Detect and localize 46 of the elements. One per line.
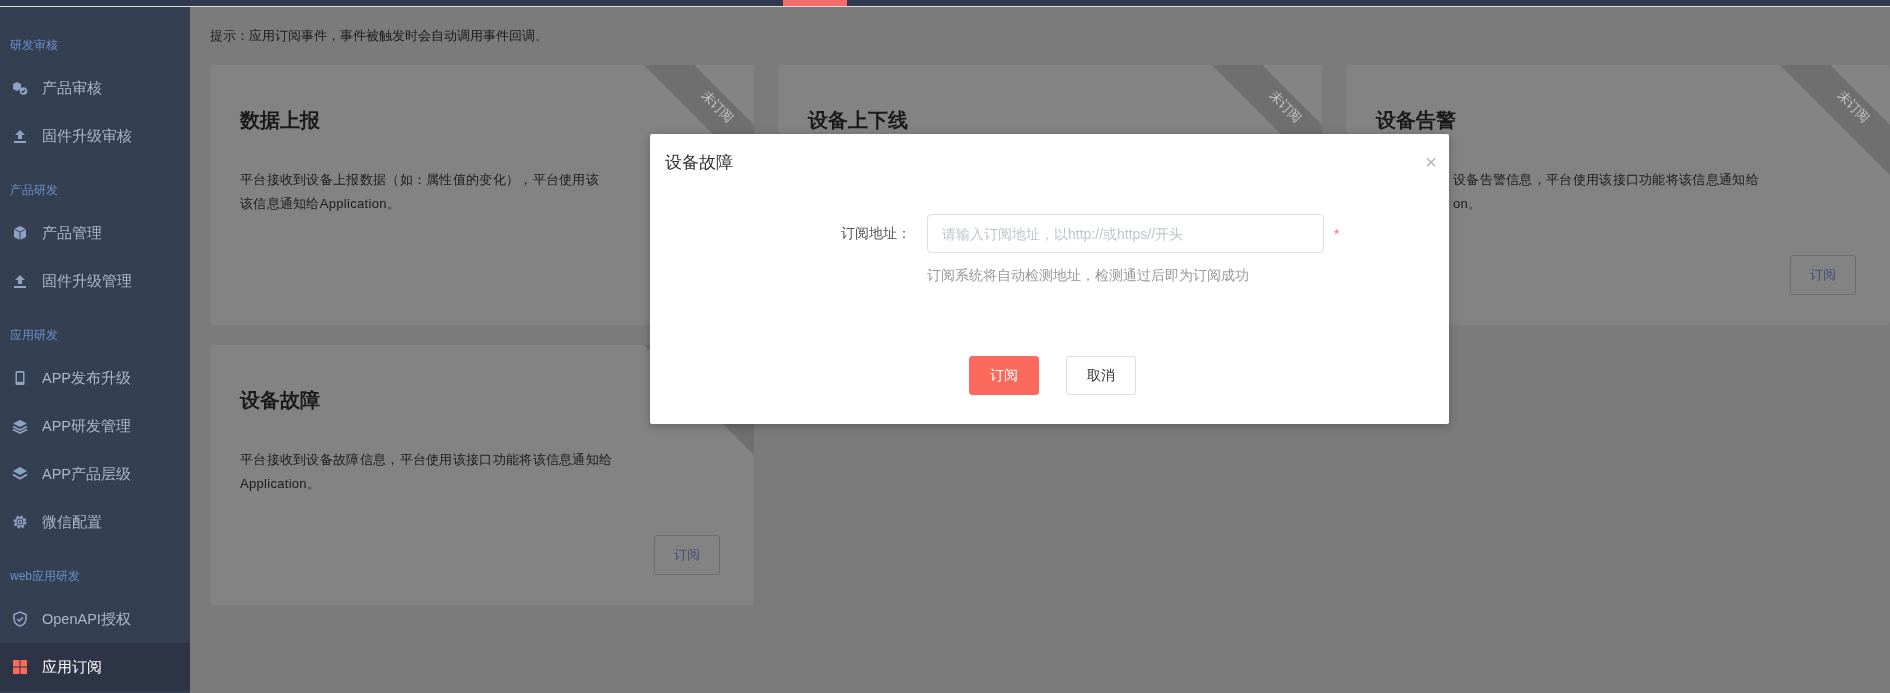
nav-item[interactable]: 微信配置: [0, 498, 190, 546]
cube-icon: [12, 225, 28, 241]
ribbon-label: 未订阅: [698, 87, 737, 127]
card-title: 设备故障: [240, 388, 320, 412]
subscribe-button[interactable]: 订阅: [969, 356, 1039, 395]
cubes-check-icon: [12, 80, 28, 96]
section-label: 产品研发: [10, 182, 59, 199]
gear-icon: [12, 514, 28, 530]
nav-item[interactable]: 固件升级管理: [0, 257, 190, 305]
required-mark: *: [1334, 225, 1340, 242]
section-label: web应用研发: [10, 568, 81, 585]
url-input-field[interactable]: 请输入订阅地址，以http://或https//开头: [927, 214, 1324, 253]
grid-icon: [12, 659, 28, 675]
cancel-button[interactable]: 取消: [1066, 356, 1136, 395]
hint-text: 提示：应用订阅事件，事件被触发时会自动调用事件回调。: [210, 27, 549, 45]
upload-icon: [12, 273, 28, 289]
nav-item[interactable]: APP研发管理: [0, 402, 190, 450]
field-hint: 订阅系统将自动检测地址，检测通过后即为订阅成功: [927, 266, 1250, 284]
layers-icon: [12, 466, 28, 482]
upload-icon: [12, 128, 28, 144]
tab-indicator: [783, 0, 847, 6]
field-label: 订阅地址：: [840, 224, 911, 243]
description-line: 平台接收到设备上报数据（如：属性值的变化），平台使用该: [240, 171, 600, 189]
section-label: 研发审核: [10, 37, 59, 54]
nav-item[interactable]: 固件升级审核: [0, 112, 190, 160]
description-line: 平台接收到设备故障信息，平台使用该接口功能将该信息通知给: [240, 451, 613, 469]
card-title: 设备告警: [1376, 108, 1456, 132]
nav-item[interactable]: APP发布升级: [0, 354, 190, 402]
description-line: Application。: [240, 475, 321, 493]
description-line: on。: [1453, 195, 1482, 213]
card-title: 数据上报: [240, 108, 320, 132]
phone-icon: [12, 370, 28, 386]
nav-item[interactable]: OpenAPI授权: [0, 595, 190, 643]
nav-item[interactable]: 产品审核: [0, 64, 190, 112]
description-line: 设备告警信息，平台使用该接口功能将该信息通知给: [1453, 171, 1759, 189]
nav-item[interactable]: 应用订阅: [0, 643, 190, 691]
shield-icon: [12, 611, 28, 627]
section-label: 应用研发: [10, 327, 59, 344]
ribbon-label: 未订阅: [1266, 87, 1305, 127]
card-title: 设备上下线: [808, 108, 908, 132]
description-line: 该信息通知给Application。: [240, 195, 400, 213]
ribbon-label: 未订阅: [1834, 87, 1873, 127]
dialog-title: 设备故障: [665, 151, 733, 174]
nav-item[interactable]: APP产品层级: [0, 450, 190, 498]
nav-item[interactable]: 产品管理: [0, 209, 190, 257]
layers-icon: [12, 418, 28, 434]
